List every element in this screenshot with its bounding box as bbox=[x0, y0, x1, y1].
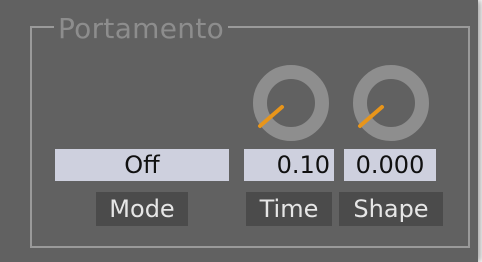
knob-icon bbox=[253, 65, 329, 141]
mode-dropdown[interactable]: Off bbox=[55, 149, 229, 181]
shape-label: Shape bbox=[339, 192, 443, 226]
shape-value-field[interactable]: 0.000 bbox=[344, 149, 436, 181]
portamento-panel: Portamento Off 0.10 0.000 Mode Time Shap… bbox=[0, 0, 478, 262]
knob-icon bbox=[353, 65, 429, 141]
mode-label: Mode bbox=[96, 192, 188, 226]
group-title: Portamento bbox=[54, 12, 229, 46]
time-knob[interactable] bbox=[250, 62, 332, 144]
time-value-field[interactable]: 0.10 bbox=[244, 149, 334, 181]
time-label: Time bbox=[246, 192, 332, 226]
shape-knob[interactable] bbox=[350, 62, 432, 144]
